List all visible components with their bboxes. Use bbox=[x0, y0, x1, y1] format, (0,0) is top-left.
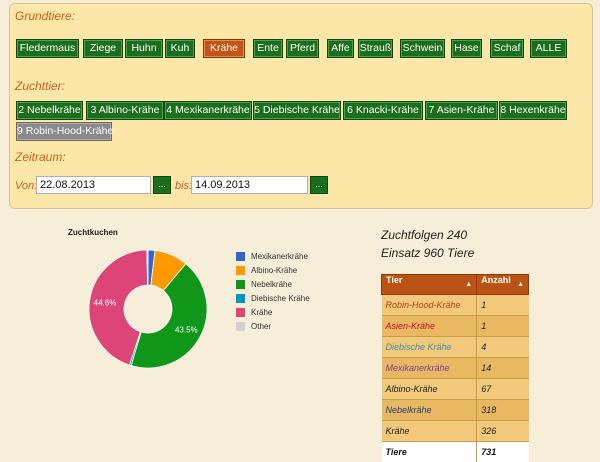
legend-label: Nebelkrähe bbox=[251, 280, 292, 289]
zuchttier-button-9[interactable]: 9 Robin-Hood-Krähe bbox=[16, 122, 112, 141]
zuchttier-label: Zuchttier: bbox=[15, 79, 65, 93]
legend-label: Diebische Krähe bbox=[251, 294, 310, 303]
tier-cell: Diebische Krähe bbox=[382, 337, 477, 358]
bis-date-input[interactable] bbox=[191, 176, 308, 194]
grundtier-button-hase[interactable]: Hase bbox=[451, 39, 482, 58]
pie-data-label: 43.5% bbox=[175, 326, 198, 335]
grundtier-button-ente[interactable]: Ente bbox=[253, 39, 283, 58]
grundtiere-label: Grundtiere: bbox=[15, 9, 75, 23]
pie-data-label: 44.6% bbox=[94, 298, 117, 307]
legend-swatch bbox=[236, 294, 245, 303]
grundtier-button-strauß[interactable]: Strauß bbox=[358, 39, 393, 58]
column-header-anzahl[interactable]: Anzahl▲ bbox=[477, 275, 529, 295]
legend-label: Other bbox=[251, 322, 271, 331]
grundtier-button-pferd[interactable]: Pferd bbox=[286, 39, 319, 58]
legend-swatch bbox=[236, 308, 245, 317]
legend-swatch bbox=[236, 266, 245, 275]
tier-cell: Mexikanerkrähe bbox=[382, 358, 477, 379]
zuchttier-button-3[interactable]: 3 Albino-Krähe bbox=[86, 101, 164, 120]
einsatz-text: Einsatz 960 Tiere bbox=[381, 246, 474, 260]
table-row[interactable]: Diebische Krähe4 bbox=[382, 337, 529, 358]
zuchtfolgen-text: Zuchtfolgen 240 bbox=[381, 228, 467, 242]
table-row[interactable]: Krähe326 bbox=[382, 421, 529, 442]
results-table: Tier▲ Anzahl▲ Robin-Hood-Krähe1Asien-Krä… bbox=[381, 274, 529, 462]
sort-icon: ▲ bbox=[517, 275, 524, 294]
anzahl-cell: 1 bbox=[477, 295, 529, 316]
anzahl-cell: 14 bbox=[477, 358, 529, 379]
von-label: Von: bbox=[15, 180, 37, 192]
anzahl-cell: 318 bbox=[477, 400, 529, 421]
anzahl-cell: 4 bbox=[477, 337, 529, 358]
legend-item-nebelkrähe: Nebelkrähe bbox=[236, 277, 310, 291]
legend-swatch bbox=[236, 252, 245, 261]
legend-label: Krähe bbox=[251, 308, 272, 317]
tier-cell: Krähe bbox=[382, 421, 477, 442]
zuchttier-button-4[interactable]: 4 Mexikanerkrähe bbox=[164, 101, 252, 120]
anzahl-cell: 326 bbox=[477, 421, 529, 442]
bis-date-picker-button[interactable]: ... bbox=[310, 176, 328, 194]
grundtier-button-alle[interactable]: ALLE bbox=[530, 39, 567, 58]
grundtier-button-ziege[interactable]: Ziege bbox=[83, 39, 123, 58]
tier-cell: Robin-Hood-Krähe bbox=[382, 295, 477, 316]
grundtier-button-kuh[interactable]: Kuh bbox=[165, 39, 195, 58]
table-row[interactable]: Albino-Krähe67 bbox=[382, 379, 529, 400]
grundtier-button-affe[interactable]: Affe bbox=[327, 39, 354, 58]
chart-legend: Mexikanerkrähe Albino-Krähe Nebelkrähe Dieb… bbox=[236, 249, 310, 333]
tier-cell: Albino-Krähe bbox=[382, 379, 477, 400]
von-date-input[interactable] bbox=[36, 176, 151, 194]
donut-chart: 43.5% 44.6% bbox=[0, 240, 230, 400]
filter-panel: Grundtiere: FledermausZiegeHuhnKuh Krähe E… bbox=[9, 3, 593, 209]
table-row[interactable]: Asien-Krähe1 bbox=[382, 316, 529, 337]
legend-label: Mexikanerkrähe bbox=[251, 252, 308, 261]
grundtier-button-krähe[interactable]: Krähe bbox=[203, 39, 245, 58]
anzahl-cell: 1 bbox=[477, 316, 529, 337]
chart-title: Zuchtkuchen bbox=[68, 228, 118, 237]
tier-cell: Nebelkrähe bbox=[382, 400, 477, 421]
grundtier-button-schaf[interactable]: Schaf bbox=[490, 39, 524, 58]
zuchttier-button-7[interactable]: 7 Asien-Krähe bbox=[425, 101, 498, 120]
bis-label: bis: bbox=[175, 180, 192, 192]
grundtier-button-huhn[interactable]: Huhn bbox=[125, 39, 163, 58]
grundtier-button-schwein[interactable]: Schwein bbox=[400, 39, 445, 58]
zuchttier-button-6[interactable]: 6 Knacki-Krähe bbox=[343, 101, 423, 120]
sort-icon: ▲ bbox=[465, 275, 472, 294]
grundtier-button-fledermaus[interactable]: Fledermaus bbox=[16, 39, 79, 58]
zuchttier-button-2[interactable]: 2 Nebelkrähe bbox=[16, 101, 83, 120]
legend-item-diebische-krähe: Diebische Krähe bbox=[236, 291, 310, 305]
anzahl-cell: 67 bbox=[477, 379, 529, 400]
table-row[interactable]: Nebelkrähe318 bbox=[382, 400, 529, 421]
column-header-tier[interactable]: Tier▲ bbox=[382, 275, 477, 295]
tier-cell: Asien-Krähe bbox=[382, 316, 477, 337]
pie-slice-other[interactable] bbox=[147, 250, 148, 285]
legend-item-mexikanerkrähe: Mexikanerkrähe bbox=[236, 249, 310, 263]
zeitraum-label: Zeitraum: bbox=[15, 150, 66, 164]
table-row[interactable]: Mexikanerkrähe14 bbox=[382, 358, 529, 379]
legend-item-albino-krähe: Albino-Krähe bbox=[236, 263, 310, 277]
zuchttier-button-8[interactable]: 8 Hexenkrähe bbox=[499, 101, 567, 120]
von-date-picker-button[interactable]: ... bbox=[153, 176, 171, 194]
zuchttier-button-5[interactable]: 5 Diebische Krähe bbox=[253, 101, 341, 120]
legend-item-krähe: Krähe bbox=[236, 305, 310, 319]
table-row[interactable]: Robin-Hood-Krähe1 bbox=[382, 295, 529, 316]
legend-swatch bbox=[236, 280, 245, 289]
legend-swatch bbox=[236, 322, 245, 331]
legend-label: Albino-Krähe bbox=[251, 266, 297, 275]
legend-item-other: Other bbox=[236, 319, 310, 333]
